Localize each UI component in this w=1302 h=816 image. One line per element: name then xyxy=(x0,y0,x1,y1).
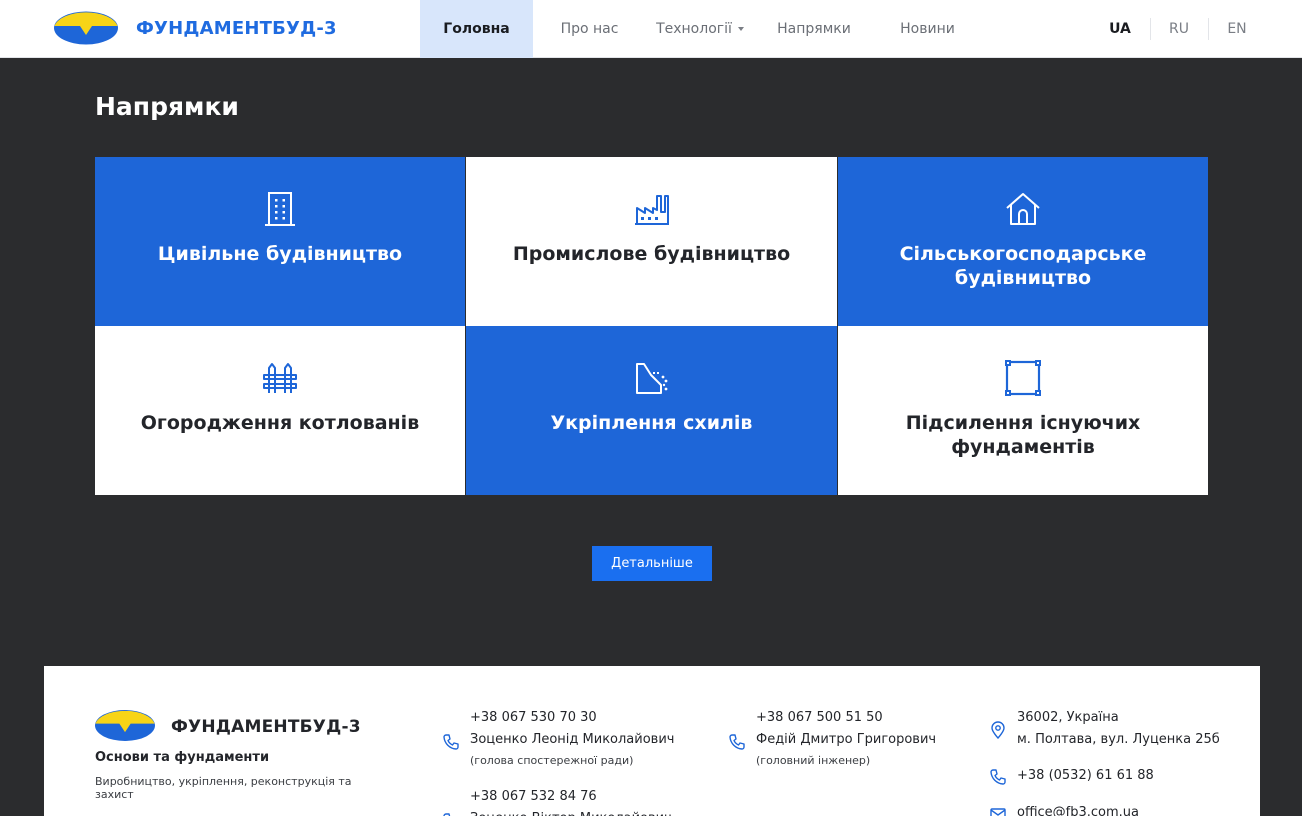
contact-director: +38 067 530 70 30 Зоценко Леонід Миколай… xyxy=(470,707,674,771)
contact-phone[interactable]: +38 067 532 84 76 xyxy=(470,786,672,808)
site-header: ФУНДАМЕНТБУД-3 Головна Про нас Технологі… xyxy=(0,0,1302,58)
mail-icon xyxy=(990,808,1006,816)
address-line-1: 36002, Україна xyxy=(1017,710,1119,725)
tile-civil-construction[interactable]: Цивільне будівництво xyxy=(95,157,465,326)
phone-icon xyxy=(729,734,745,750)
tile-label: Сільськогосподарське будівництво xyxy=(899,243,1147,289)
lang-divider xyxy=(1150,18,1151,40)
building-icon xyxy=(265,192,295,226)
chevron-down-icon xyxy=(737,27,744,31)
footer-tagline: Основи та фундаменти xyxy=(95,750,270,765)
lang-en[interactable]: EN xyxy=(1217,0,1257,58)
contact-phone[interactable]: +38 067 530 70 30 xyxy=(470,707,674,729)
contact-name: Зоценко Віктор Миколайович xyxy=(470,808,672,816)
tile-label: Підсилення існуючих фундаментів xyxy=(905,412,1141,458)
brand-name: ФУНДАМЕНТБУД-3 xyxy=(136,18,337,39)
slope-icon xyxy=(635,363,667,394)
nav-item-directions[interactable]: Напрямки xyxy=(764,0,864,58)
contact-role: (голова спостережної ради) xyxy=(470,754,634,767)
lang-ru[interactable]: RU xyxy=(1159,0,1199,58)
tile-agricultural-construction[interactable]: Сільськогосподарське будівництво xyxy=(838,157,1208,326)
nav-item-label: Головна xyxy=(443,21,510,37)
site-footer: ФУНДАМЕНТБУД-3 Основи та фундаменти Виро… xyxy=(44,666,1260,816)
logo[interactable]: ФУНДАМЕНТБУД-3 xyxy=(54,11,344,47)
phone-icon xyxy=(443,813,451,816)
nav-item-technologies[interactable]: Технології xyxy=(650,0,750,58)
tile-label: Промислове будівництво xyxy=(512,243,791,265)
tile-industrial-construction[interactable]: Промислове будівництво xyxy=(466,157,837,326)
factory-icon xyxy=(634,195,669,225)
contact-name: Федій Дмитро Григорович xyxy=(756,732,937,747)
logo-emblem-icon xyxy=(95,710,155,741)
tile-label: Укріплення схилів xyxy=(550,412,753,434)
nav-item-label: Про нас xyxy=(560,21,619,37)
nav-item-label: Новини xyxy=(900,21,955,37)
contact-phone[interactable]: +38 067 500 51 50 xyxy=(756,707,936,729)
phone-icon xyxy=(443,734,459,750)
fence-icon xyxy=(263,363,297,393)
footer-brand-name: ФУНДАМЕНТБУД-3 xyxy=(171,717,361,737)
location-pin-icon xyxy=(991,721,1005,739)
nav-item-home[interactable]: Головна xyxy=(420,0,533,58)
lang-ua[interactable]: UA xyxy=(1100,0,1140,58)
contact-chief-engineer: +38 067 500 51 50 Федій Дмитро Григорови… xyxy=(756,707,936,771)
tile-label: Цивільне будівництво xyxy=(157,243,403,265)
address-line-2: м. Полтава, вул. Луценка 25б xyxy=(1017,732,1220,747)
office-phone[interactable]: +38 (0532) 61 61 88 xyxy=(1017,765,1154,787)
nav-item-label: Технології xyxy=(656,21,732,37)
email-link[interactable]: office@fb3.com.ua xyxy=(1017,802,1139,816)
contact-third: +38 067 532 84 76 Зоценко Віктор Миколай… xyxy=(470,786,672,816)
logo-emblem-icon xyxy=(54,11,118,45)
tile-label: Огородження котлованів xyxy=(140,412,420,434)
directions-grid: Цивільне будівництво Промислове будівниц… xyxy=(95,157,1208,495)
house-icon xyxy=(1006,193,1040,225)
lang-divider xyxy=(1208,18,1209,40)
contact-name: Зоценко Леонід Миколайович xyxy=(470,732,675,747)
more-details-button[interactable]: Детальніше xyxy=(592,546,712,581)
footer-description: Виробництво, укріплення, реконструкція т… xyxy=(95,775,352,801)
footer-logo[interactable]: ФУНДАМЕНТБУД-3 xyxy=(95,709,365,745)
square-frame-icon xyxy=(1005,360,1041,396)
phone-icon xyxy=(990,769,1006,785)
nav-item-news[interactable]: Новини xyxy=(885,0,970,58)
nav-item-label: Напрямки xyxy=(777,21,851,37)
contact-role: (головний інженер) xyxy=(756,754,871,767)
tile-pit-fencing[interactable]: Огородження котлованів xyxy=(95,326,465,495)
tile-slope-reinforcement[interactable]: Укріплення схилів xyxy=(466,326,837,495)
tile-foundation-strengthening[interactable]: Підсилення існуючих фундаментів xyxy=(838,326,1208,495)
nav-item-about[interactable]: Про нас xyxy=(542,0,637,58)
section-title: Напрямки xyxy=(95,92,239,121)
footer-address: 36002, Україна м. Полтава, вул. Луценка … xyxy=(1017,707,1220,751)
